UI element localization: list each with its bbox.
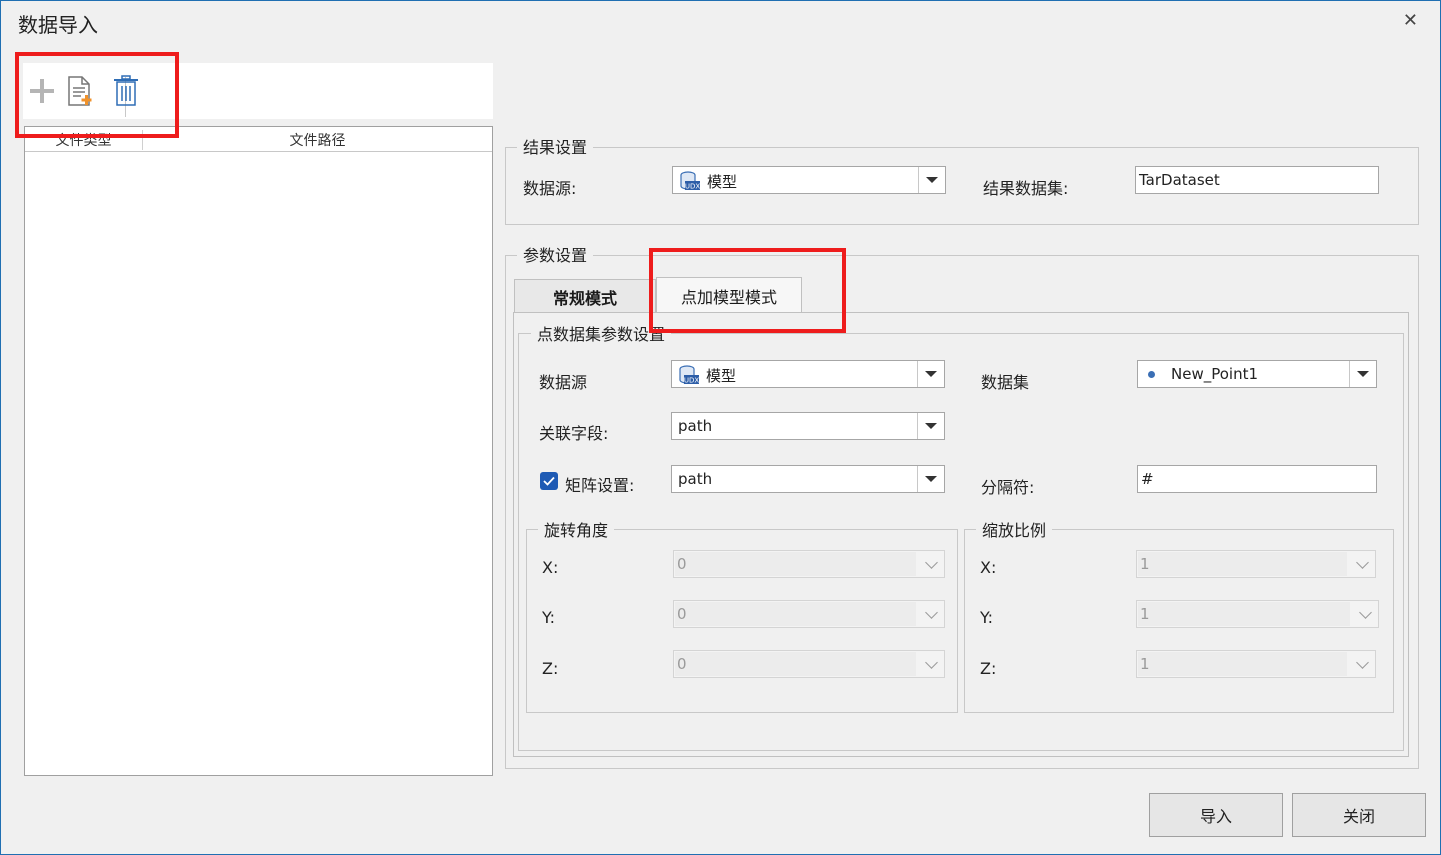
dialog-title: 数据导入	[18, 13, 98, 37]
link-field-value: path	[678, 417, 713, 435]
add-icon[interactable]	[25, 73, 59, 109]
result-settings-title: 结果设置	[517, 134, 594, 158]
result-dataset-input[interactable]: TarDataset	[1135, 166, 1379, 194]
separator-input[interactable]: #	[1137, 465, 1377, 493]
datasource-icon: UDX	[679, 365, 700, 385]
rotation-x-combo[interactable]: 0	[673, 550, 945, 578]
rotation-y-combo[interactable]: 0	[673, 600, 945, 628]
tab-normal-mode[interactable]: 常规模式	[514, 279, 656, 313]
svg-text:UDX: UDX	[684, 377, 700, 385]
chevron-down-icon	[1356, 656, 1369, 669]
scale-z-label: Z:	[980, 659, 997, 678]
matrix-value: path	[678, 470, 713, 488]
import-button[interactable]: 导入	[1149, 793, 1283, 837]
scale-y-combo[interactable]: 1	[1136, 600, 1379, 628]
scale-title: 缩放比例	[976, 517, 1053, 541]
dropdown-arrow-icon[interactable]	[917, 466, 944, 492]
point-icon	[1148, 371, 1155, 378]
rotation-y-label: Y:	[542, 608, 556, 627]
result-dataset-label: 结果数据集:	[983, 179, 1069, 198]
rotation-x-value: 0	[677, 555, 687, 573]
file-toolbar	[23, 63, 493, 119]
scale-x-value: 1	[1140, 555, 1150, 573]
result-dataset-value: TarDataset	[1139, 171, 1220, 189]
dropdown-arrow-icon[interactable]	[1349, 361, 1376, 387]
chevron-down-icon	[925, 556, 938, 569]
chevron-down-icon	[925, 606, 938, 619]
check-icon	[543, 476, 555, 486]
param-settings-title: 参数设置	[517, 242, 594, 266]
scale-x-label: X:	[980, 558, 997, 577]
file-list-header: 文件类型 文件路径	[25, 127, 492, 152]
rotation-z-value: 0	[677, 655, 687, 673]
dataset-label: 数据集	[981, 373, 1030, 392]
tab-point-model-mode[interactable]: 点加模型模式	[656, 277, 802, 313]
svg-text:UDX: UDX	[685, 183, 701, 191]
file-list[interactable]: 文件类型 文件路径	[24, 126, 493, 776]
scale-y-label: Y:	[980, 608, 994, 627]
separator-value: #	[1141, 470, 1154, 488]
rotation-title: 旋转角度	[538, 517, 615, 541]
point-dataset-title: 点数据集参数设置	[531, 321, 672, 345]
link-field-label: 关联字段:	[539, 424, 609, 443]
chevron-down-icon	[1356, 556, 1369, 569]
dataset-combo[interactable]: New_Point1	[1137, 360, 1377, 388]
dataset-value: New_Point1	[1171, 365, 1259, 383]
rotation-z-combo[interactable]: 0	[673, 650, 945, 678]
matrix-label: 矩阵设置:	[565, 476, 635, 495]
scale-y-value: 1	[1140, 605, 1150, 623]
matrix-combo[interactable]: path	[671, 465, 945, 493]
close-icon[interactable]: ✕	[1403, 10, 1418, 31]
rotation-y-value: 0	[677, 605, 687, 623]
scale-z-combo[interactable]: 1	[1136, 650, 1376, 678]
column-file-type[interactable]: 文件类型	[25, 130, 143, 150]
dropdown-arrow-icon[interactable]	[918, 167, 945, 193]
scale-z-value: 1	[1140, 655, 1150, 673]
matrix-checkbox[interactable]	[540, 472, 558, 490]
separator-label: 分隔符:	[981, 478, 1035, 497]
column-file-path[interactable]: 文件路径	[143, 130, 492, 150]
scale-x-combo[interactable]: 1	[1136, 550, 1376, 578]
chevron-down-icon	[925, 656, 938, 669]
chevron-down-icon	[1359, 606, 1372, 619]
result-datasource-label: 数据源:	[523, 179, 577, 198]
dropdown-arrow-icon[interactable]	[917, 413, 944, 439]
result-datasource-combo[interactable]: UDX 模型	[672, 166, 946, 194]
result-datasource-value: 模型	[707, 173, 738, 191]
rotation-z-label: Z:	[542, 659, 559, 678]
link-field-combo[interactable]: path	[671, 412, 945, 440]
import-dialog: 数据导入 ✕ 文件类型 文件路径 结果设置 数据源: UDX 模型 结果数据集:…	[0, 0, 1441, 855]
point-datasource-combo[interactable]: UDX 模型	[671, 360, 945, 388]
delete-icon[interactable]	[109, 73, 143, 109]
datasource-icon: UDX	[680, 171, 701, 191]
dropdown-arrow-icon[interactable]	[917, 361, 944, 387]
close-button[interactable]: 关闭	[1292, 793, 1426, 837]
point-datasource-value: 模型	[706, 367, 737, 385]
rotation-x-label: X:	[542, 558, 559, 577]
point-datasource-label: 数据源	[539, 373, 588, 392]
add-file-icon[interactable]	[63, 73, 97, 109]
